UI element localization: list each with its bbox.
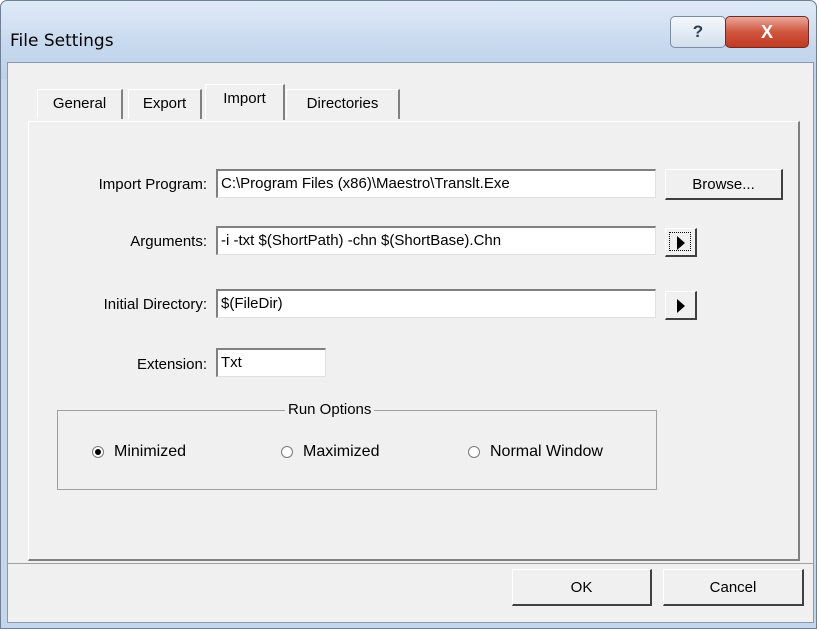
radio-minimized-label: Minimized	[114, 443, 187, 460]
close-button[interactable]: X	[725, 16, 809, 48]
focus-indicator	[669, 232, 691, 251]
import-program-label: Import Program:	[98, 176, 207, 193]
radio-selected-icon	[92, 445, 104, 458]
initial-directory-label: Initial Directory:	[103, 296, 207, 313]
radio-maximized-label: Maximized	[303, 443, 380, 460]
play-arrow-icon	[676, 299, 685, 313]
arguments-input[interactable]: -i -txt $(ShortPath) -chn $(ShortBase).C…	[216, 226, 656, 255]
tab-directories[interactable]: Directories	[286, 89, 400, 119]
run-options-title: Run Options	[285, 401, 375, 418]
radio-unselected-icon	[281, 445, 293, 458]
radio-normal-window[interactable]: Normal Window	[468, 443, 603, 461]
footer-divider	[7, 563, 814, 564]
tab-general[interactable]: General	[37, 89, 123, 119]
extension-input[interactable]: Txt	[216, 348, 326, 377]
tab-export[interactable]: Export	[128, 89, 202, 119]
browse-button[interactable]: Browse...	[665, 169, 783, 200]
initial-directory-input[interactable]: $(FileDir)	[216, 289, 656, 318]
window-title: File Settings	[10, 31, 114, 51]
import-program-input[interactable]: C:\Program Files (x86)\Maestro\Translt.E…	[216, 169, 656, 198]
extension-label: Extension:	[136, 356, 207, 373]
radio-unselected-icon	[468, 445, 480, 458]
radio-minimized[interactable]: Minimized	[92, 443, 186, 461]
radio-maximized[interactable]: Maximized	[281, 443, 379, 461]
ok-button[interactable]: OK	[512, 569, 652, 606]
initial-directory-menu-button[interactable]	[665, 291, 697, 320]
cancel-button[interactable]: Cancel	[663, 569, 804, 606]
tab-import[interactable]: Import	[205, 84, 285, 120]
radio-normal-window-label: Normal Window	[490, 443, 603, 460]
help-button[interactable]: ?	[670, 16, 726, 48]
arguments-label: Arguments:	[130, 233, 207, 250]
arguments-menu-button[interactable]	[665, 228, 697, 257]
